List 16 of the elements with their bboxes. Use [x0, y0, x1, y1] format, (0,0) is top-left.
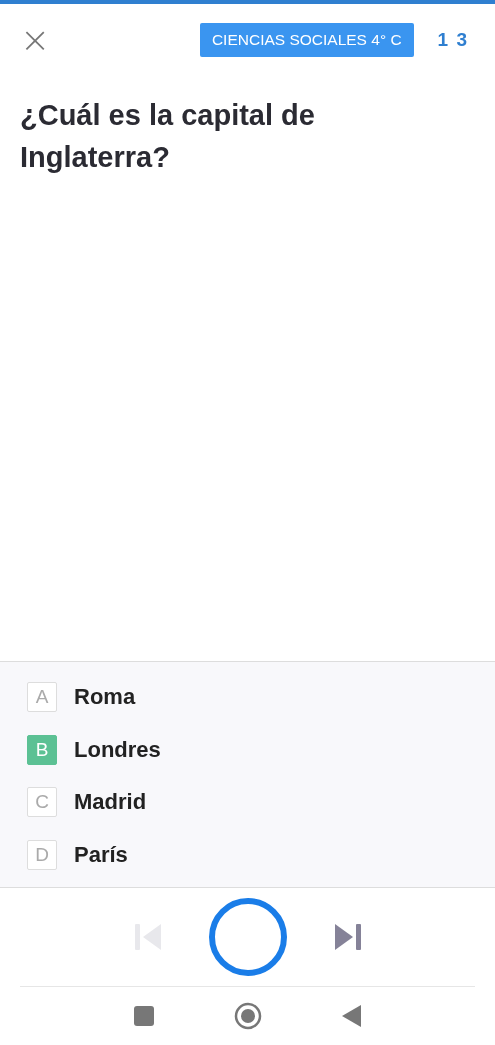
option-letter[interactable]: A — [27, 682, 57, 713]
class-badge: CIENCIAS SOCIALES 4° C — [199, 23, 414, 57]
back-icon[interactable] — [341, 1005, 362, 1027]
close-button[interactable]: × — [20, 22, 51, 58]
home-icon[interactable] — [233, 1002, 262, 1030]
option-text[interactable]: Roma — [74, 684, 136, 711]
option-text[interactable]: Madrid — [74, 789, 147, 816]
question-text: ¿Cuál es la capital de Inglaterra? — [20, 98, 316, 175]
question-counter: 1 3 — [437, 29, 467, 51]
option-letter[interactable]: D — [27, 839, 57, 870]
option-text[interactable]: Londres — [74, 736, 161, 763]
option-text[interactable]: París — [74, 841, 128, 868]
record-button[interactable] — [207, 897, 288, 977]
recents-icon[interactable] — [133, 1006, 154, 1026]
option-letter[interactable]: C — [27, 787, 57, 818]
next-icon[interactable] — [333, 923, 362, 951]
